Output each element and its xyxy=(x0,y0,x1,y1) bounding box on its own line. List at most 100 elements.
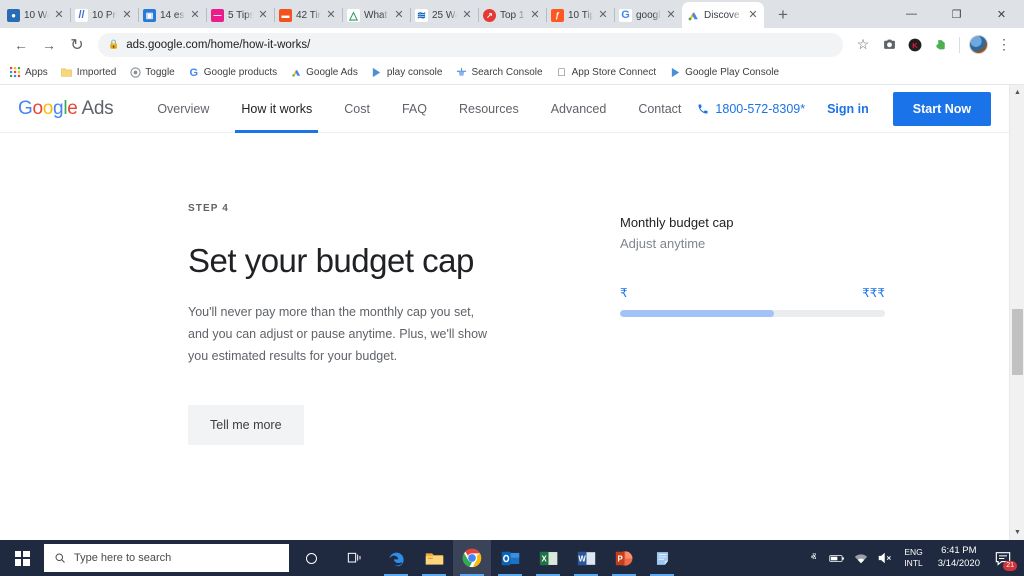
budget-slider[interactable] xyxy=(620,310,885,317)
forward-icon[interactable]: → xyxy=(36,32,62,58)
screenshot-extension-icon[interactable] xyxy=(877,33,901,57)
bookmark-toggle[interactable]: Toggle xyxy=(129,67,175,79)
bookmark-star-icon[interactable]: ☆ xyxy=(851,33,875,57)
tab-close-icon[interactable]: ✕ xyxy=(53,9,65,21)
tab-close-icon[interactable]: ✕ xyxy=(529,9,541,21)
browser-tab[interactable]: ▣ 14 esse ✕ xyxy=(138,2,207,28)
browser-tab[interactable]: G google ✕ xyxy=(614,2,682,28)
reload-icon[interactable]: ↻ xyxy=(64,32,90,58)
blue-wave-icon: ≋ xyxy=(415,8,428,22)
bookmark-google-play-console[interactable]: Google Play Console xyxy=(669,67,779,79)
action-center-icon[interactable]: 21 xyxy=(988,540,1018,576)
start-button[interactable] xyxy=(0,540,44,576)
tab-close-icon[interactable]: ✕ xyxy=(665,9,677,21)
file-explorer-icon[interactable] xyxy=(415,540,453,576)
tab-close-icon[interactable]: ✕ xyxy=(747,9,759,21)
maximize-button[interactable]: ❐ xyxy=(934,0,979,28)
svg-text:K: K xyxy=(912,40,918,49)
bookmark-label: Toggle xyxy=(145,67,175,78)
tab-close-icon[interactable]: ✕ xyxy=(189,9,201,21)
search-icon xyxy=(54,552,66,564)
scrollbar-thumb[interactable] xyxy=(1012,309,1023,375)
bookmark-google-ads[interactable]: Google Ads xyxy=(290,67,358,79)
tell-me-more-button[interactable]: Tell me more xyxy=(188,404,304,445)
clock-date: 3/14/2020 xyxy=(937,558,980,569)
chrome-menu-icon[interactable]: ⋮ xyxy=(992,33,1016,57)
browser-tab[interactable]: ● 10 Way ✕ xyxy=(2,2,71,28)
chrome-icon[interactable] xyxy=(453,540,491,576)
start-now-button[interactable]: Start Now xyxy=(892,91,992,126)
wifi-icon[interactable] xyxy=(849,540,873,576)
lock-icon: 🔒 xyxy=(108,39,120,49)
sticky-notes-icon[interactable] xyxy=(643,540,681,576)
browser-tab[interactable]: ≋ 25 Way ✕ xyxy=(410,2,479,28)
nav-item-overview[interactable]: Overview xyxy=(141,85,225,133)
minimize-button[interactable]: — xyxy=(889,0,934,28)
body-text: You'll never pay more than the monthly c… xyxy=(188,304,488,363)
powerpoint-icon[interactable]: P xyxy=(605,540,643,576)
evernote-extension-icon[interactable] xyxy=(929,33,953,57)
sign-in-link[interactable]: Sign in xyxy=(827,102,869,116)
browser-tab[interactable]: — 5 Tips t ✕ xyxy=(206,2,275,28)
close-window-button[interactable]: ✕ xyxy=(979,0,1024,28)
bookmark-apps[interactable]: Apps xyxy=(9,67,48,79)
kami-extension-icon[interactable]: K xyxy=(903,33,927,57)
google-ads-logo[interactable]: Google Ads xyxy=(18,98,114,120)
nav-item-how-it-works[interactable]: How it works xyxy=(225,85,328,133)
edge-icon[interactable] xyxy=(377,540,415,576)
page-content: STEP 4 Set your budget cap You'll never … xyxy=(0,133,1009,445)
browser-tab[interactable]: // 10 Prov ✕ xyxy=(70,2,139,28)
language-line-2: INTL xyxy=(904,558,923,568)
step-label: STEP 4 xyxy=(188,203,229,214)
new-tab-button[interactable]: + xyxy=(770,2,796,28)
tab-title: google xyxy=(636,9,661,21)
page-title: Set your budget cap xyxy=(188,242,474,279)
bookmark-google-products[interactable]: G Google products xyxy=(188,67,277,79)
browser-tab[interactable]: ↗ Top 10 ✕ xyxy=(478,2,547,28)
phone-link[interactable]: 1800-572-8309* xyxy=(697,102,805,116)
bookmark-search-console[interactable]: Search Console xyxy=(455,67,543,79)
bookmark-play-console[interactable]: play console xyxy=(371,67,442,79)
nav-item-contact[interactable]: Contact xyxy=(622,85,697,133)
green-lock-icon: △ xyxy=(347,8,360,22)
tab-close-icon[interactable]: ✕ xyxy=(325,9,337,21)
language-indicator[interactable]: ENG INTL xyxy=(897,547,929,568)
cortana-circle-icon[interactable] xyxy=(289,540,333,576)
tray-chevron-icon[interactable]: ⱏ xyxy=(801,540,825,576)
taskbar-search-box[interactable]: Type here to search xyxy=(44,544,289,572)
page-scrollbar[interactable]: ▲ ▼ xyxy=(1009,85,1024,540)
tab-close-icon[interactable]: ✕ xyxy=(461,9,473,21)
word-icon[interactable]: W xyxy=(567,540,605,576)
excel-icon[interactable]: X xyxy=(529,540,567,576)
outlook-icon[interactable] xyxy=(491,540,529,576)
tab-title: Top 10 xyxy=(500,9,525,21)
nav-item-cost[interactable]: Cost xyxy=(328,85,386,133)
site-header: Google Ads Overview How it works Cost FA… xyxy=(0,85,1009,133)
nav-item-advanced[interactable]: Advanced xyxy=(535,85,623,133)
tab-close-icon[interactable]: ✕ xyxy=(257,9,269,21)
browser-tab[interactable]: ▬ 42 Time ✕ xyxy=(274,2,343,28)
browser-tab-active[interactable]: Discove ✕ xyxy=(682,2,764,28)
bookmark-app-store-connect[interactable]:  App Store Connect xyxy=(556,67,656,79)
google-icon: G xyxy=(619,8,632,22)
scroll-down-icon[interactable]: ▼ xyxy=(1010,525,1024,540)
notification-badge: 21 xyxy=(1003,561,1017,571)
tab-close-icon[interactable]: ✕ xyxy=(393,9,405,21)
battery-icon[interactable] xyxy=(825,540,849,576)
bookmark-imported[interactable]: Imported xyxy=(61,67,116,79)
address-bar[interactable]: 🔒 ads.google.com/home/how-it-works/ xyxy=(98,32,843,57)
google-ads-icon xyxy=(687,8,700,22)
browser-tab[interactable]: ƒ 10 Tips ✕ xyxy=(546,2,615,28)
clock[interactable]: 6:41 PM 3/14/2020 xyxy=(930,545,988,571)
volume-muted-icon[interactable] xyxy=(873,540,897,576)
nav-item-resources[interactable]: Resources xyxy=(443,85,535,133)
avatar[interactable] xyxy=(966,33,990,57)
back-icon[interactable]: ← xyxy=(8,32,34,58)
browser-tab[interactable]: △ What N ✕ xyxy=(342,2,411,28)
system-tray: ⱏ ENG INTL 6:41 PM 3/14/2020 21 xyxy=(801,540,1024,576)
task-view-icon[interactable] xyxy=(333,540,377,576)
nav-item-faq[interactable]: FAQ xyxy=(386,85,443,133)
scroll-up-icon[interactable]: ▲ xyxy=(1010,85,1024,100)
tab-close-icon[interactable]: ✕ xyxy=(597,9,609,21)
tab-close-icon[interactable]: ✕ xyxy=(121,9,133,21)
